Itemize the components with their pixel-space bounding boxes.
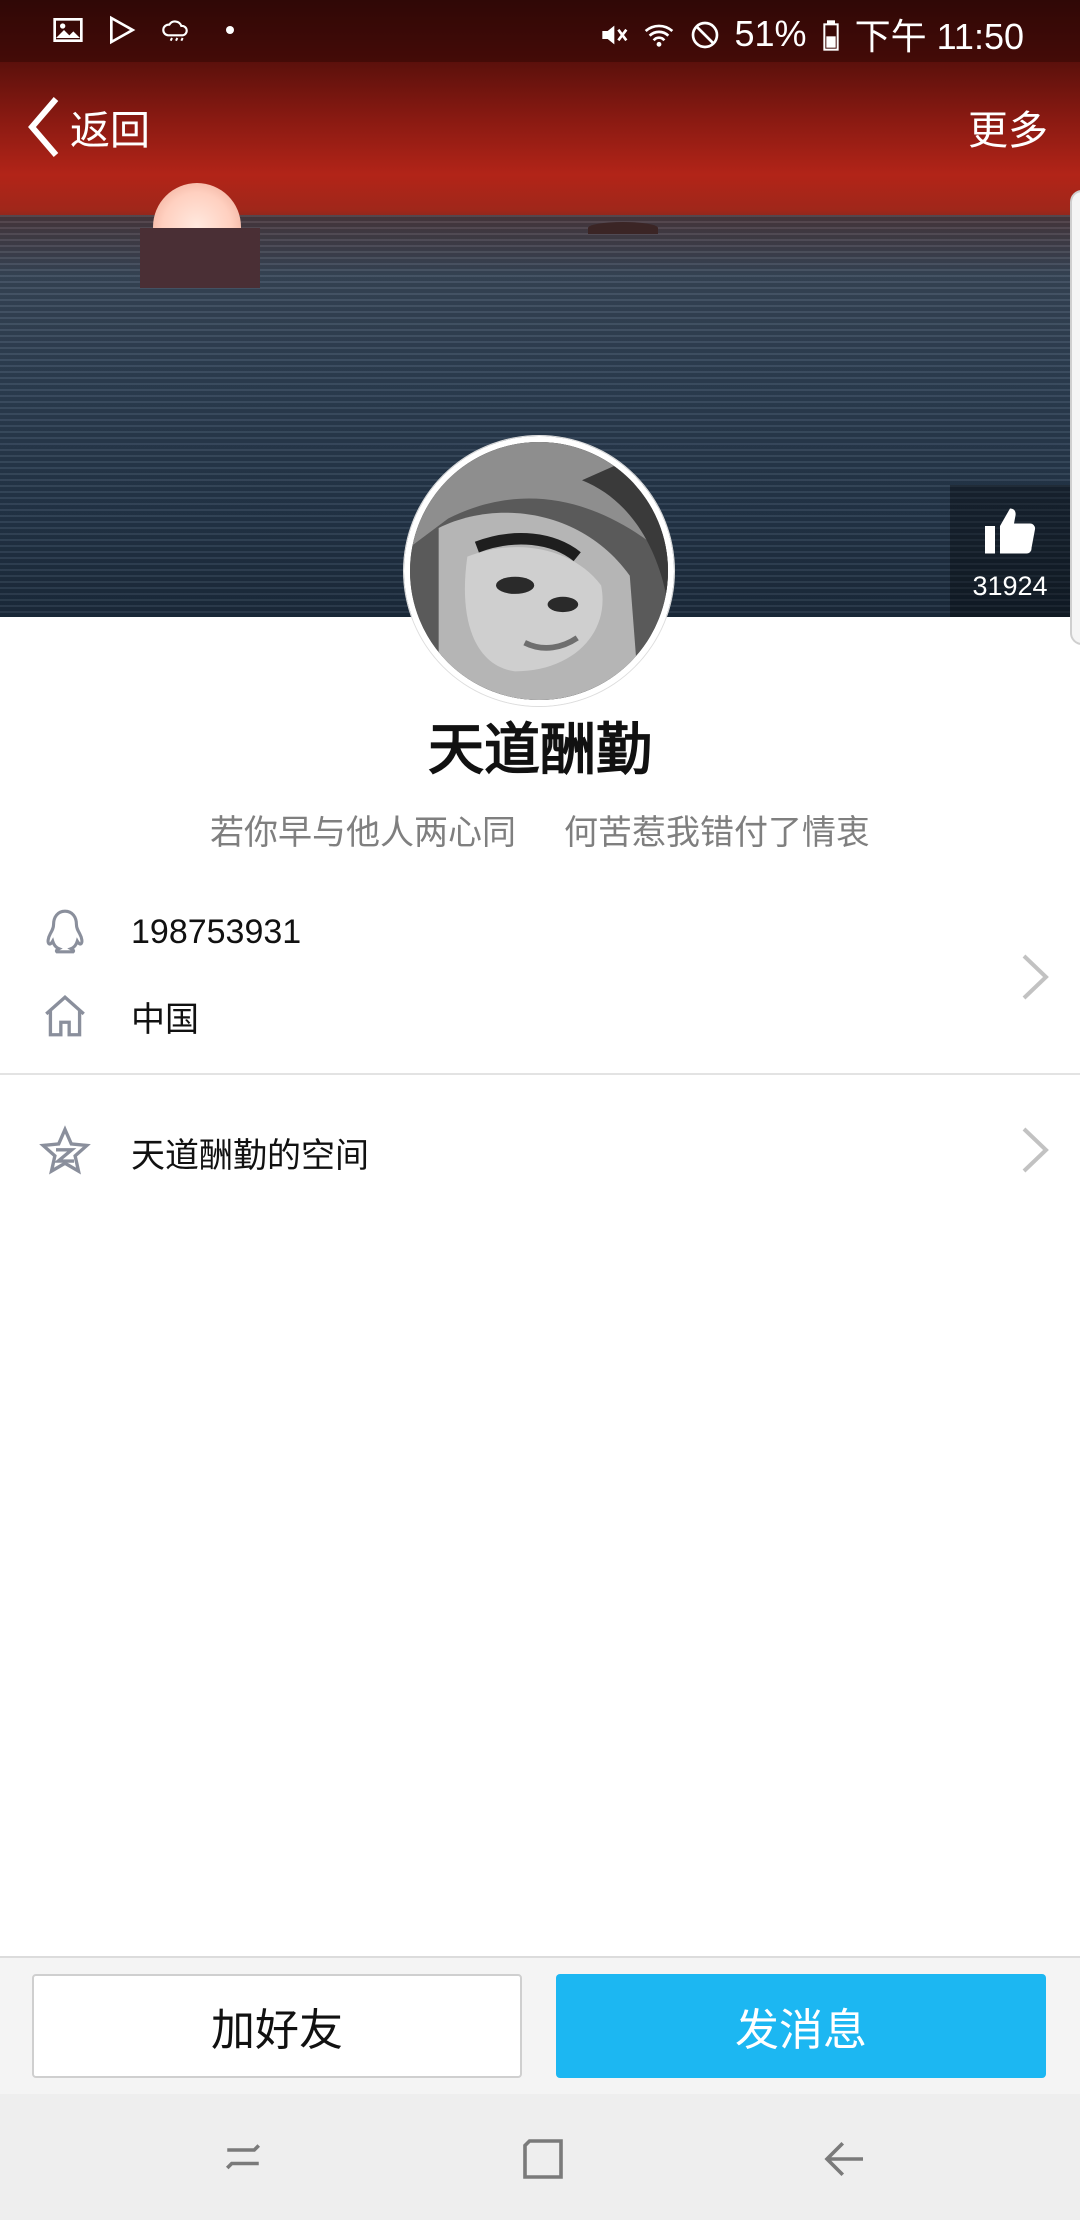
status-bar: 51% 下午 11:50 [0,0,1080,62]
chevron-left-icon [24,95,64,159]
like-button[interactable]: 31924 [950,485,1070,617]
status-time: 下午 11:50 [854,16,1024,57]
qq-number-row: 198753931 [0,892,1000,972]
battery-percent: 51% [734,13,807,54]
status-system: 51% 下午 11:50 [597,8,1024,60]
location-row: 中国 [0,976,1000,1056]
chevron-right-icon [1020,1125,1050,1175]
cover-island [588,222,658,234]
more-button[interactable]: 更多 [968,92,1048,162]
image-icon [52,14,84,46]
qzone-space-label: 天道酬勤的空间 [131,1136,369,1176]
thumbs-up-icon [980,501,1040,565]
location: 中国 [131,1000,199,1039]
status-notifications [52,14,246,46]
send-message-button[interactable]: 发消息 [556,1974,1046,2078]
signature-line-1: 若你早与他人两心同 [210,813,516,853]
recent-apps-icon[interactable] [216,2132,270,2186]
profile-name: 天道酬勤 [428,718,652,783]
scroll-edge-handle[interactable] [1070,190,1080,645]
qzone-star-icon [38,1125,92,1179]
mute-icon [597,18,629,50]
signature-line-2: 何苦惹我错付了情衷 [564,813,870,853]
qq-number: 198753931 [131,912,302,951]
add-friend-button[interactable]: 加好友 [32,1974,522,2078]
back-button[interactable]: 返回 [24,92,150,162]
penguin-icon [40,907,90,957]
back-label: 返回 [70,108,150,154]
avatar-photo [410,442,668,700]
avatar[interactable] [404,436,674,706]
weather-cloud-icon [160,14,192,46]
cover-horizon [140,228,260,288]
system-nav-bar [0,2094,1080,2220]
home-nav-icon[interactable] [516,2132,570,2186]
dot-icon [214,14,246,46]
profile-signature: 若你早与他人两心同 何苦惹我错付了情衷 [0,805,1080,854]
do-not-disturb-icon [689,18,721,50]
back-nav-icon[interactable] [818,2132,872,2186]
wifi-icon [643,18,675,50]
like-count: 31924 [972,570,1048,601]
profile-page: 51% 下午 11:50 返回 更多 31924 天道酬勤 若你早与他人两心同 … [0,0,1080,2220]
action-bar: 加好友 发消息 [0,1956,1080,2094]
battery-icon [821,18,841,51]
home-icon [40,991,90,1041]
play-store-icon [106,14,138,46]
chevron-right-icon [1020,952,1050,1002]
qzone-space-row[interactable]: 天道酬勤的空间 [0,1110,1080,1190]
